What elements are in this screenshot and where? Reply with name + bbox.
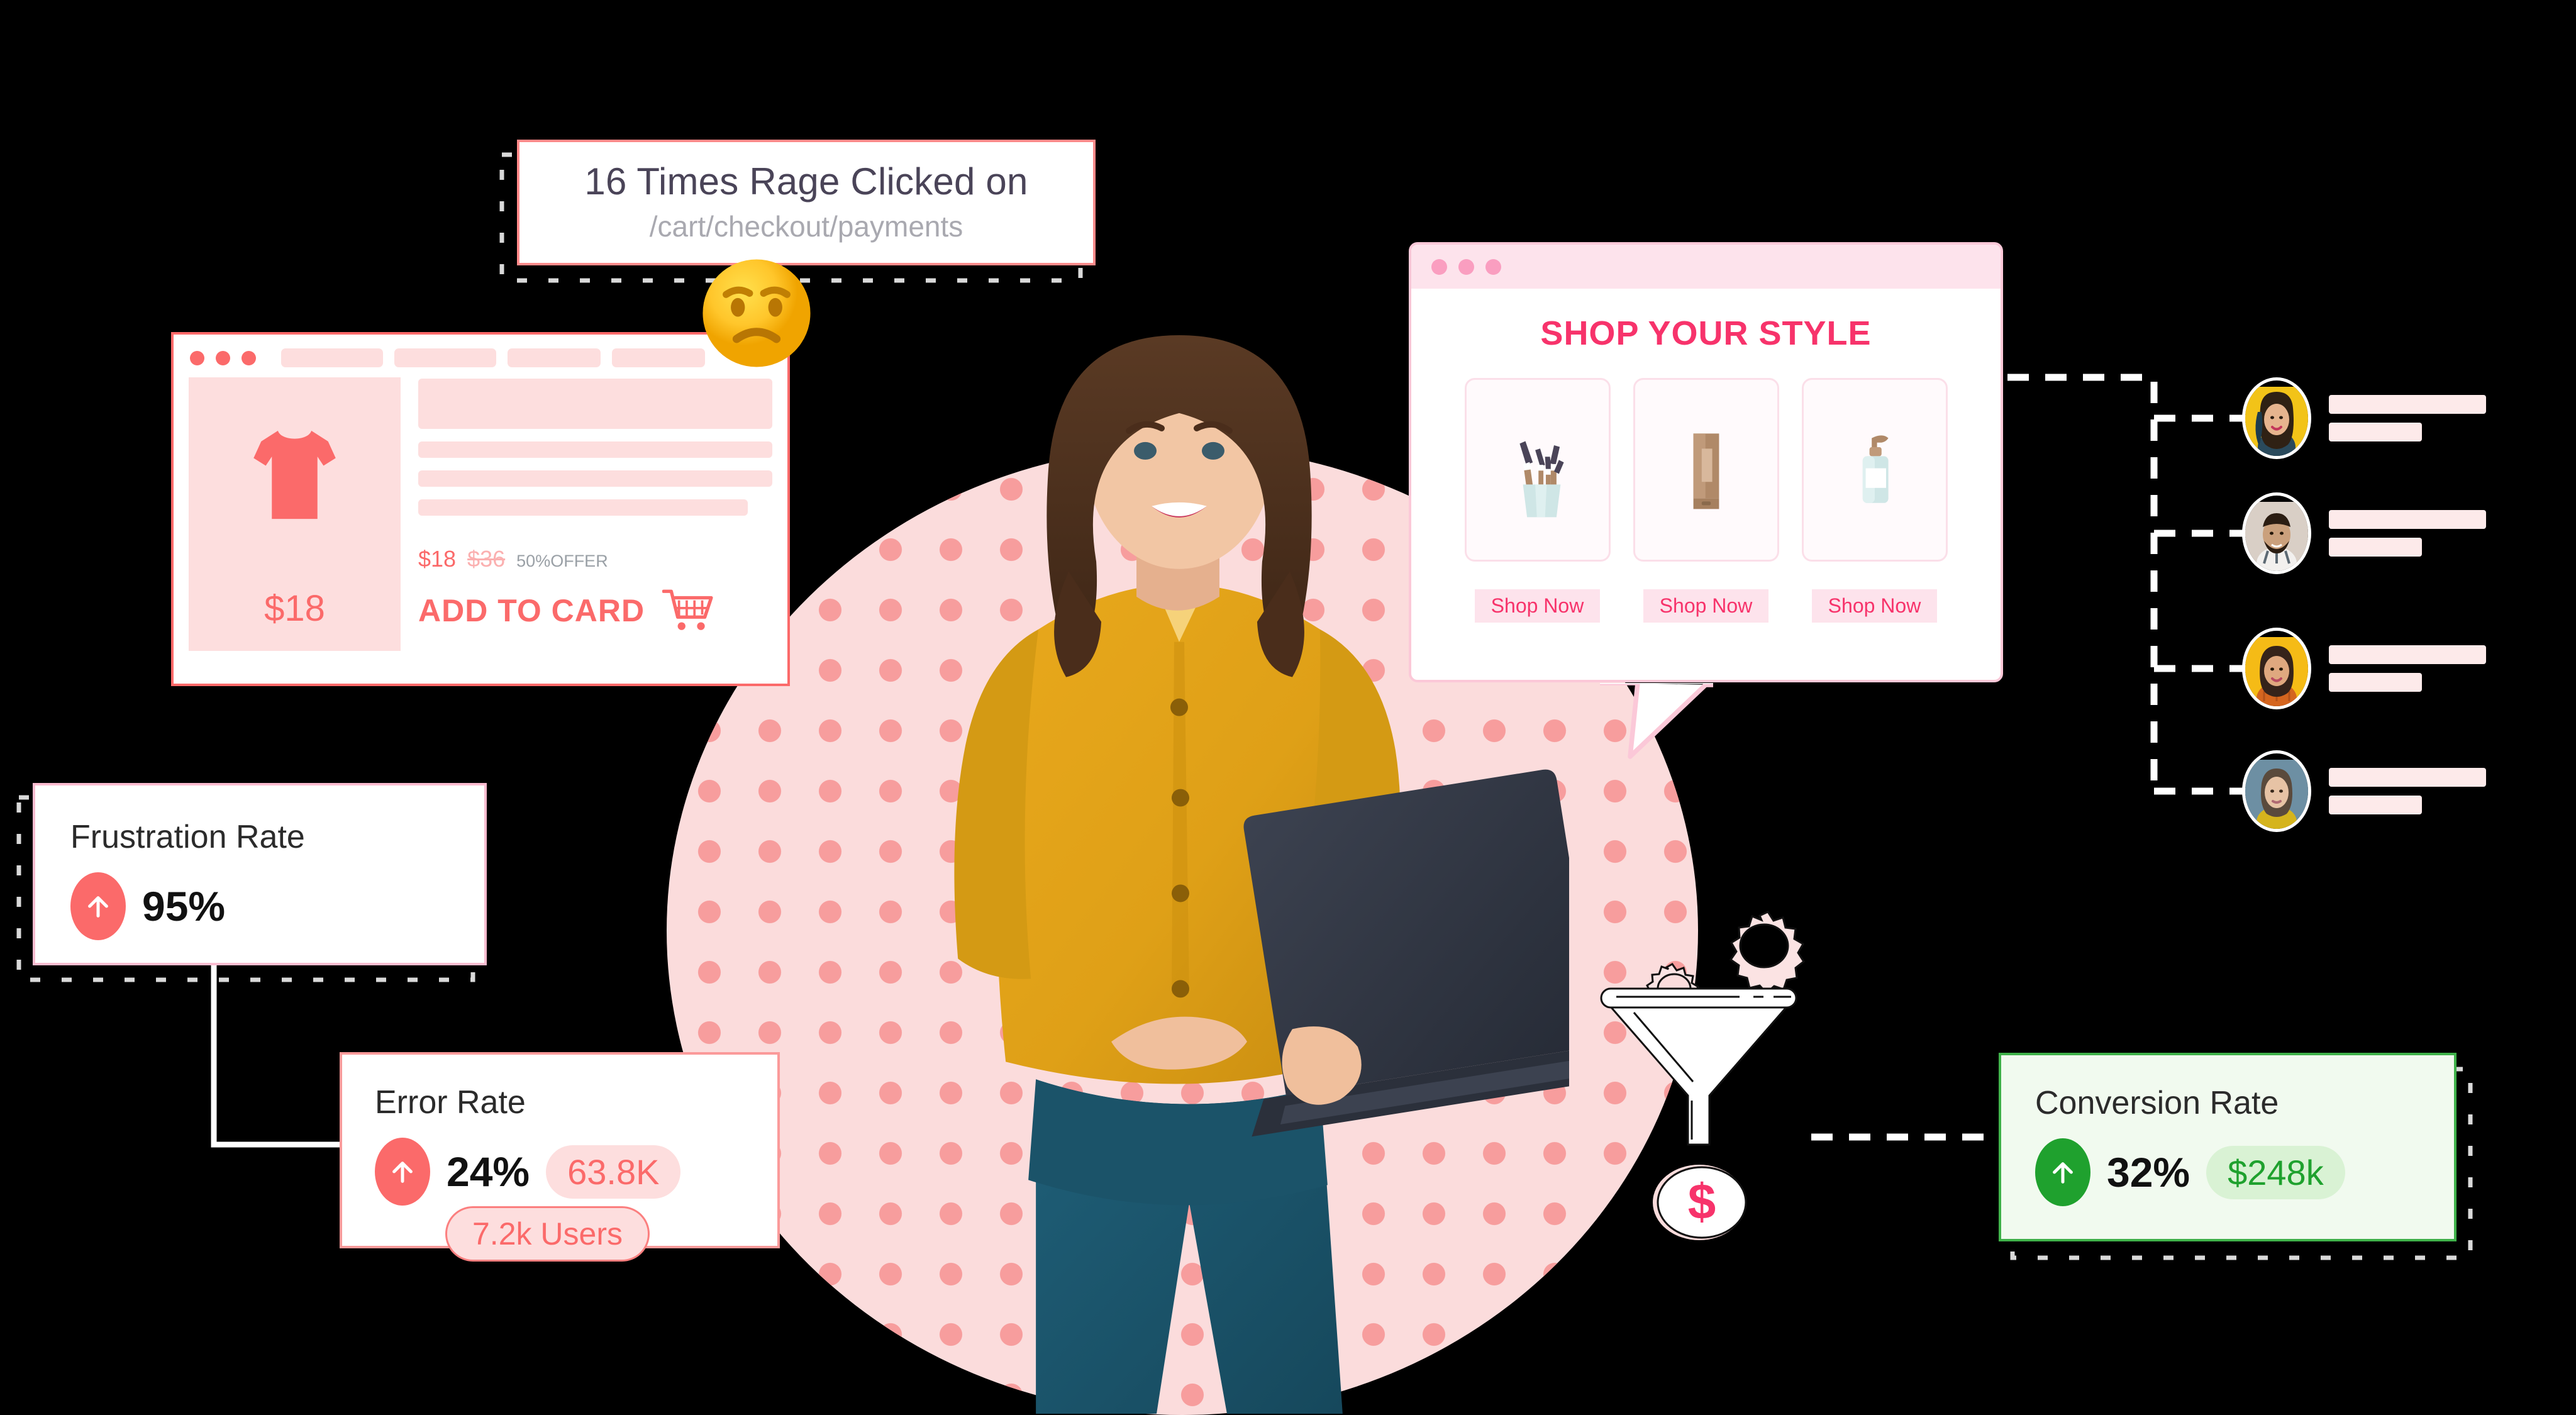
text-placeholder — [2329, 538, 2422, 557]
up-arrow-icon — [70, 872, 126, 940]
dollar-coin-icon: $ — [1653, 1165, 1747, 1240]
nav-placeholder — [394, 348, 496, 367]
text-placeholder — [418, 379, 772, 429]
infographic-stage: 16 Times Rage Clicked on /cart/checkout/… — [0, 0, 2576, 1415]
audience-segment-list — [2242, 377, 2557, 832]
avatar-woman-orange-shirt — [2242, 628, 2311, 709]
conversion-funnel-illustration: $ — [1597, 893, 1862, 1333]
lotion-pump-bottle-icon — [1862, 435, 1889, 503]
conversion-rate-title: Conversion Rate — [2035, 1085, 2279, 1121]
product-page-card: $18 $18 $36 50%OFFER ADD TO CARD — [171, 332, 790, 686]
add-to-cart-row[interactable]: ADD TO CARD — [418, 589, 772, 633]
frustration-rate-value: 95% — [142, 883, 226, 929]
nav-placeholder — [508, 348, 601, 367]
thumbnail-price: $18 — [264, 588, 325, 629]
shop-now-button[interactable]: Shop Now — [1802, 589, 1948, 623]
window-dot-icon — [1458, 258, 1474, 275]
dollar-symbol: $ — [1688, 1174, 1716, 1229]
window-dot-icon — [216, 350, 230, 365]
nav-placeholder — [612, 348, 705, 367]
text-placeholder — [2329, 796, 2422, 814]
list-item[interactable] — [2242, 492, 2486, 574]
shop-now-button[interactable]: Shop Now — [1633, 589, 1779, 623]
cosmetic-tube-icon — [1693, 433, 1719, 509]
conversion-rate-card: Conversion Rate 32% $248k — [1999, 1053, 2457, 1241]
speech-bubble-tail — [1600, 683, 1713, 759]
error-rate-title: Error Rate — [375, 1084, 526, 1121]
placeholder-bars — [2329, 645, 2486, 692]
text-placeholder — [2329, 768, 2486, 787]
add-to-cart-button[interactable]: ADD TO CARD — [418, 592, 645, 629]
up-arrow-icon — [2035, 1138, 2090, 1206]
current-price: $18 — [418, 546, 457, 572]
avatar-woman-blue-background — [2242, 750, 2311, 832]
shopping-cart-icon — [662, 589, 713, 630]
frustration-rate-card: Frustration Rate 95% — [33, 783, 487, 965]
shop-now-label: Shop Now — [1811, 589, 1938, 623]
browser-chrome-bar — [174, 335, 787, 372]
angry-face-emoji — [702, 259, 811, 367]
text-placeholder — [418, 441, 772, 458]
text-placeholder — [2329, 423, 2422, 441]
placeholder-bars — [2329, 510, 2486, 557]
window-dot-icon — [1485, 258, 1501, 275]
revenue-chip: $248k — [2206, 1145, 2345, 1199]
placeholder-bars — [2329, 395, 2486, 441]
up-arrow-icon — [375, 1138, 430, 1206]
text-placeholder — [418, 499, 748, 516]
gear-icon — [1729, 911, 1806, 995]
discount-label: 50%OFFER — [516, 552, 608, 570]
text-placeholder — [2329, 395, 2486, 414]
product-thumbnail: $18 — [189, 377, 401, 651]
conversion-rate-value: 32% — [2107, 1149, 2190, 1196]
error-rate-value: 24% — [447, 1148, 530, 1195]
tshirt-icon — [253, 430, 336, 519]
avatar-man-beard — [2242, 492, 2311, 574]
rage-alert-path: /cart/checkout/payments — [649, 210, 963, 243]
placeholder-bars — [2329, 768, 2486, 814]
frustration-rate-title: Frustration Rate — [70, 819, 305, 855]
nav-placeholder — [281, 348, 383, 367]
product-tile[interactable] — [1801, 378, 1948, 562]
woman-with-laptop-photo — [789, 330, 1569, 1414]
original-price: $36 — [467, 546, 506, 572]
rage-click-alert-card: 16 Times Rage Clicked on /cart/checkout/… — [517, 140, 1096, 265]
text-placeholder — [2329, 510, 2486, 529]
product-detail-placeholders: $18 $36 50%OFFER ADD TO CARD — [418, 377, 772, 651]
avatar-woman-yellow-hat — [2242, 377, 2311, 459]
text-placeholder — [2329, 645, 2486, 664]
shop-now-label: Shop Now — [1643, 589, 1769, 623]
affected-users-chip: 7.2k Users — [445, 1206, 650, 1262]
text-placeholder — [418, 470, 772, 487]
text-placeholder — [2329, 673, 2422, 692]
rage-alert-headline: 16 Times Rage Clicked on — [584, 160, 1028, 203]
list-item[interactable] — [2242, 750, 2486, 832]
product-tile[interactable] — [1633, 378, 1779, 562]
price-row: $18 $36 50%OFFER — [418, 546, 772, 572]
browser-chrome-bar — [1411, 245, 2001, 289]
list-item[interactable] — [2242, 628, 2486, 709]
list-item[interactable] — [2242, 377, 2486, 459]
window-dot-icon — [242, 350, 256, 365]
window-dot-icon — [1431, 258, 1447, 275]
error-count-chip: 63.8K — [546, 1145, 681, 1199]
window-dot-icon — [190, 350, 204, 365]
